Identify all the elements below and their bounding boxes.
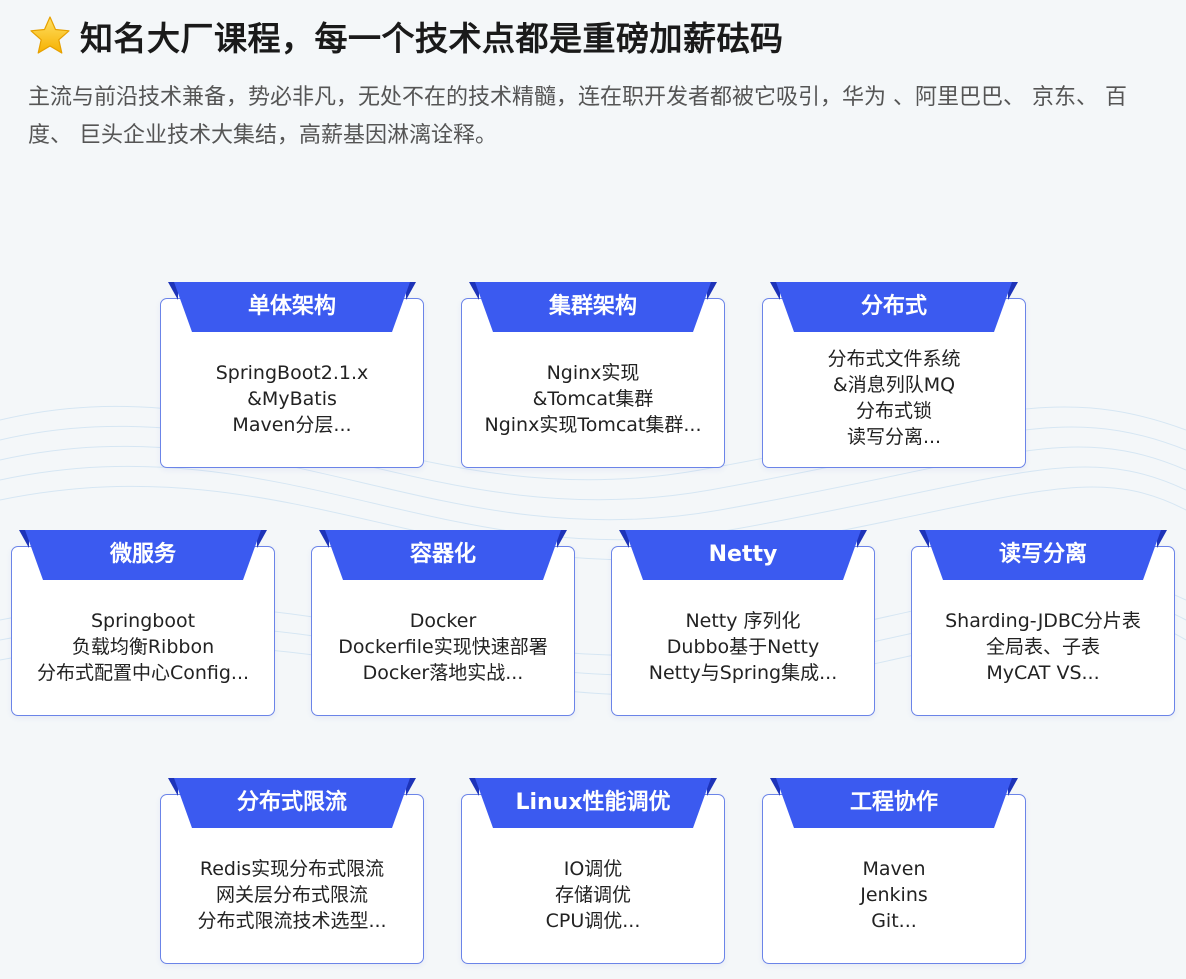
card-topics: Springboot 负载均衡Ribbon 分布式配置中心Config... (11, 608, 275, 686)
card-topics: 分布式文件系统 &消息列队MQ 分布式锁读写分离... (762, 346, 1026, 450)
card-title: 读写分离 (998, 542, 1087, 567)
page-subtitle: 主流与前沿技术兼备，势必非凡，无处不在的技术精髓，连在职开发者都被它吸引，华为 … (28, 85, 1127, 148)
card-topic-line: Git... (871, 910, 917, 932)
course-card: 分布式限流 Redis实现分布式限流 网关层分布式限流 分布式限流技术选型... (160, 778, 424, 964)
card-topics: Maven Jenkins Git... (762, 856, 1026, 934)
card-topic-line: 存储调优 (554, 884, 631, 906)
course-card: 单体架构 SpringBoot2.1.x &MyBatis Maven分层... (160, 282, 424, 468)
card-topic-line: Maven (862, 858, 926, 880)
card-topic-line: 分布式限流技术选型... (197, 910, 387, 932)
title-row: 知名大厂课程，每一个技术点都是重磅加薪砝码 (28, 10, 1168, 62)
card-topic-line: IO调优 (563, 858, 623, 880)
card-topics: Netty 序列化 Dubbo基于Netty Netty与Spring集成... (611, 608, 875, 686)
card-topic-line: 全局表、子表 (985, 636, 1100, 658)
card-topics: SpringBoot2.1.x &MyBatis Maven分层... (160, 360, 424, 438)
card-topic-line: Netty 序列化 (685, 610, 801, 632)
card-topics: IO调优存储调优 CPU调优... (461, 856, 725, 934)
card-topic-line: Nginx实现 (546, 362, 640, 384)
card-topic-line: Docker落地实战... (362, 662, 524, 684)
card-topic-line: &消息列队MQ (832, 374, 956, 396)
card-title: 工程协作 (849, 790, 938, 815)
course-card: 集群架构 Nginx实现 &Tomcat集群 Nginx实现Tomcat集群... (461, 282, 725, 468)
course-card: 分布式分布式文件系统 &消息列队MQ 分布式锁读写分离... (762, 282, 1026, 468)
course-card: Linux性能调优 IO调优存储调优 CPU调优... (461, 778, 725, 964)
card-title: 微服务 (109, 542, 176, 567)
card-topic-line: Docker (409, 610, 477, 632)
card-title: Netty (708, 542, 778, 567)
card-title: 容器化 (409, 542, 476, 567)
card-topics: Sharding-JDBC分片表 全局表、子表 MyCAT VS... (911, 608, 1175, 686)
card-topic-line: CPU调优... (545, 910, 641, 932)
course-card: 微服务 Springboot 负载均衡Ribbon 分布式配置中心Config... (11, 530, 275, 716)
card-title: 分布式限流 (236, 790, 347, 815)
card-topic-line: MyCAT VS... (986, 662, 1100, 684)
card-title: 单体架构 (247, 294, 336, 319)
card-title: 集群架构 (548, 294, 637, 319)
course-card: 工程协作 Maven Jenkins Git... (762, 778, 1026, 964)
card-topics: Nginx实现 &Tomcat集群 Nginx实现Tomcat集群... (461, 360, 725, 438)
card-topic-line: Netty与Spring集成... (648, 662, 838, 684)
course-card: 容器化 Docker Dockerfile实现快速部署 Docker落地实战... (311, 530, 575, 716)
card-topic-line: 分布式锁 (855, 400, 932, 422)
header: 知名大厂课程，每一个技术点都是重磅加薪砝码 主流与前沿技术兼备，势必非凡，无处不… (28, 10, 1168, 155)
card-topic-line: 分布式文件系统 (827, 348, 961, 370)
course-card: Netty Netty 序列化 Dubbo基于Netty Netty与Spring集成… (611, 530, 875, 716)
card-topic-line: &Tomcat集群 (532, 388, 654, 410)
card-topic-line: &MyBatis (247, 388, 337, 410)
card-topic-line: Springboot (90, 610, 196, 632)
card-title: Linux性能调优 (515, 790, 671, 815)
card-topic-line: 网关层分布式限流 (215, 884, 368, 906)
course-card: 读写分离 Sharding-JDBC分片表 全局表、子表 MyCAT VS... (911, 530, 1175, 716)
card-topic-line: Jenkins (860, 884, 928, 906)
card-topics: Redis实现分布式限流 网关层分布式限流 分布式限流技术选型... (160, 856, 424, 934)
card-title: 分布式 (860, 294, 927, 319)
card-topic-line: Maven分层... (232, 414, 352, 436)
page-title: 知名大厂课程，每一个技术点都是重磅加薪砝码 (80, 19, 784, 58)
card-topic-line: 分布式配置中心Config... (36, 662, 250, 684)
card-topic-line: Dockerfile实现快速部署 (338, 636, 548, 658)
card-topic-line: Sharding-JDBC分片表 (945, 610, 1141, 632)
card-topic-line: Dubbo基于Netty (666, 636, 820, 658)
card-topic-line: 读写分离... (846, 426, 942, 448)
card-topic-line: Nginx实现Tomcat集群... (484, 414, 702, 436)
card-topic-line: Redis实现分布式限流 (199, 858, 385, 880)
card-topic-line: SpringBoot2.1.x (215, 362, 369, 384)
card-topics: Docker Dockerfile实现快速部署 Docker落地实战... (311, 608, 575, 686)
star-icon (30, 16, 70, 54)
card-topic-line: 负载均衡Ribbon (71, 636, 215, 658)
